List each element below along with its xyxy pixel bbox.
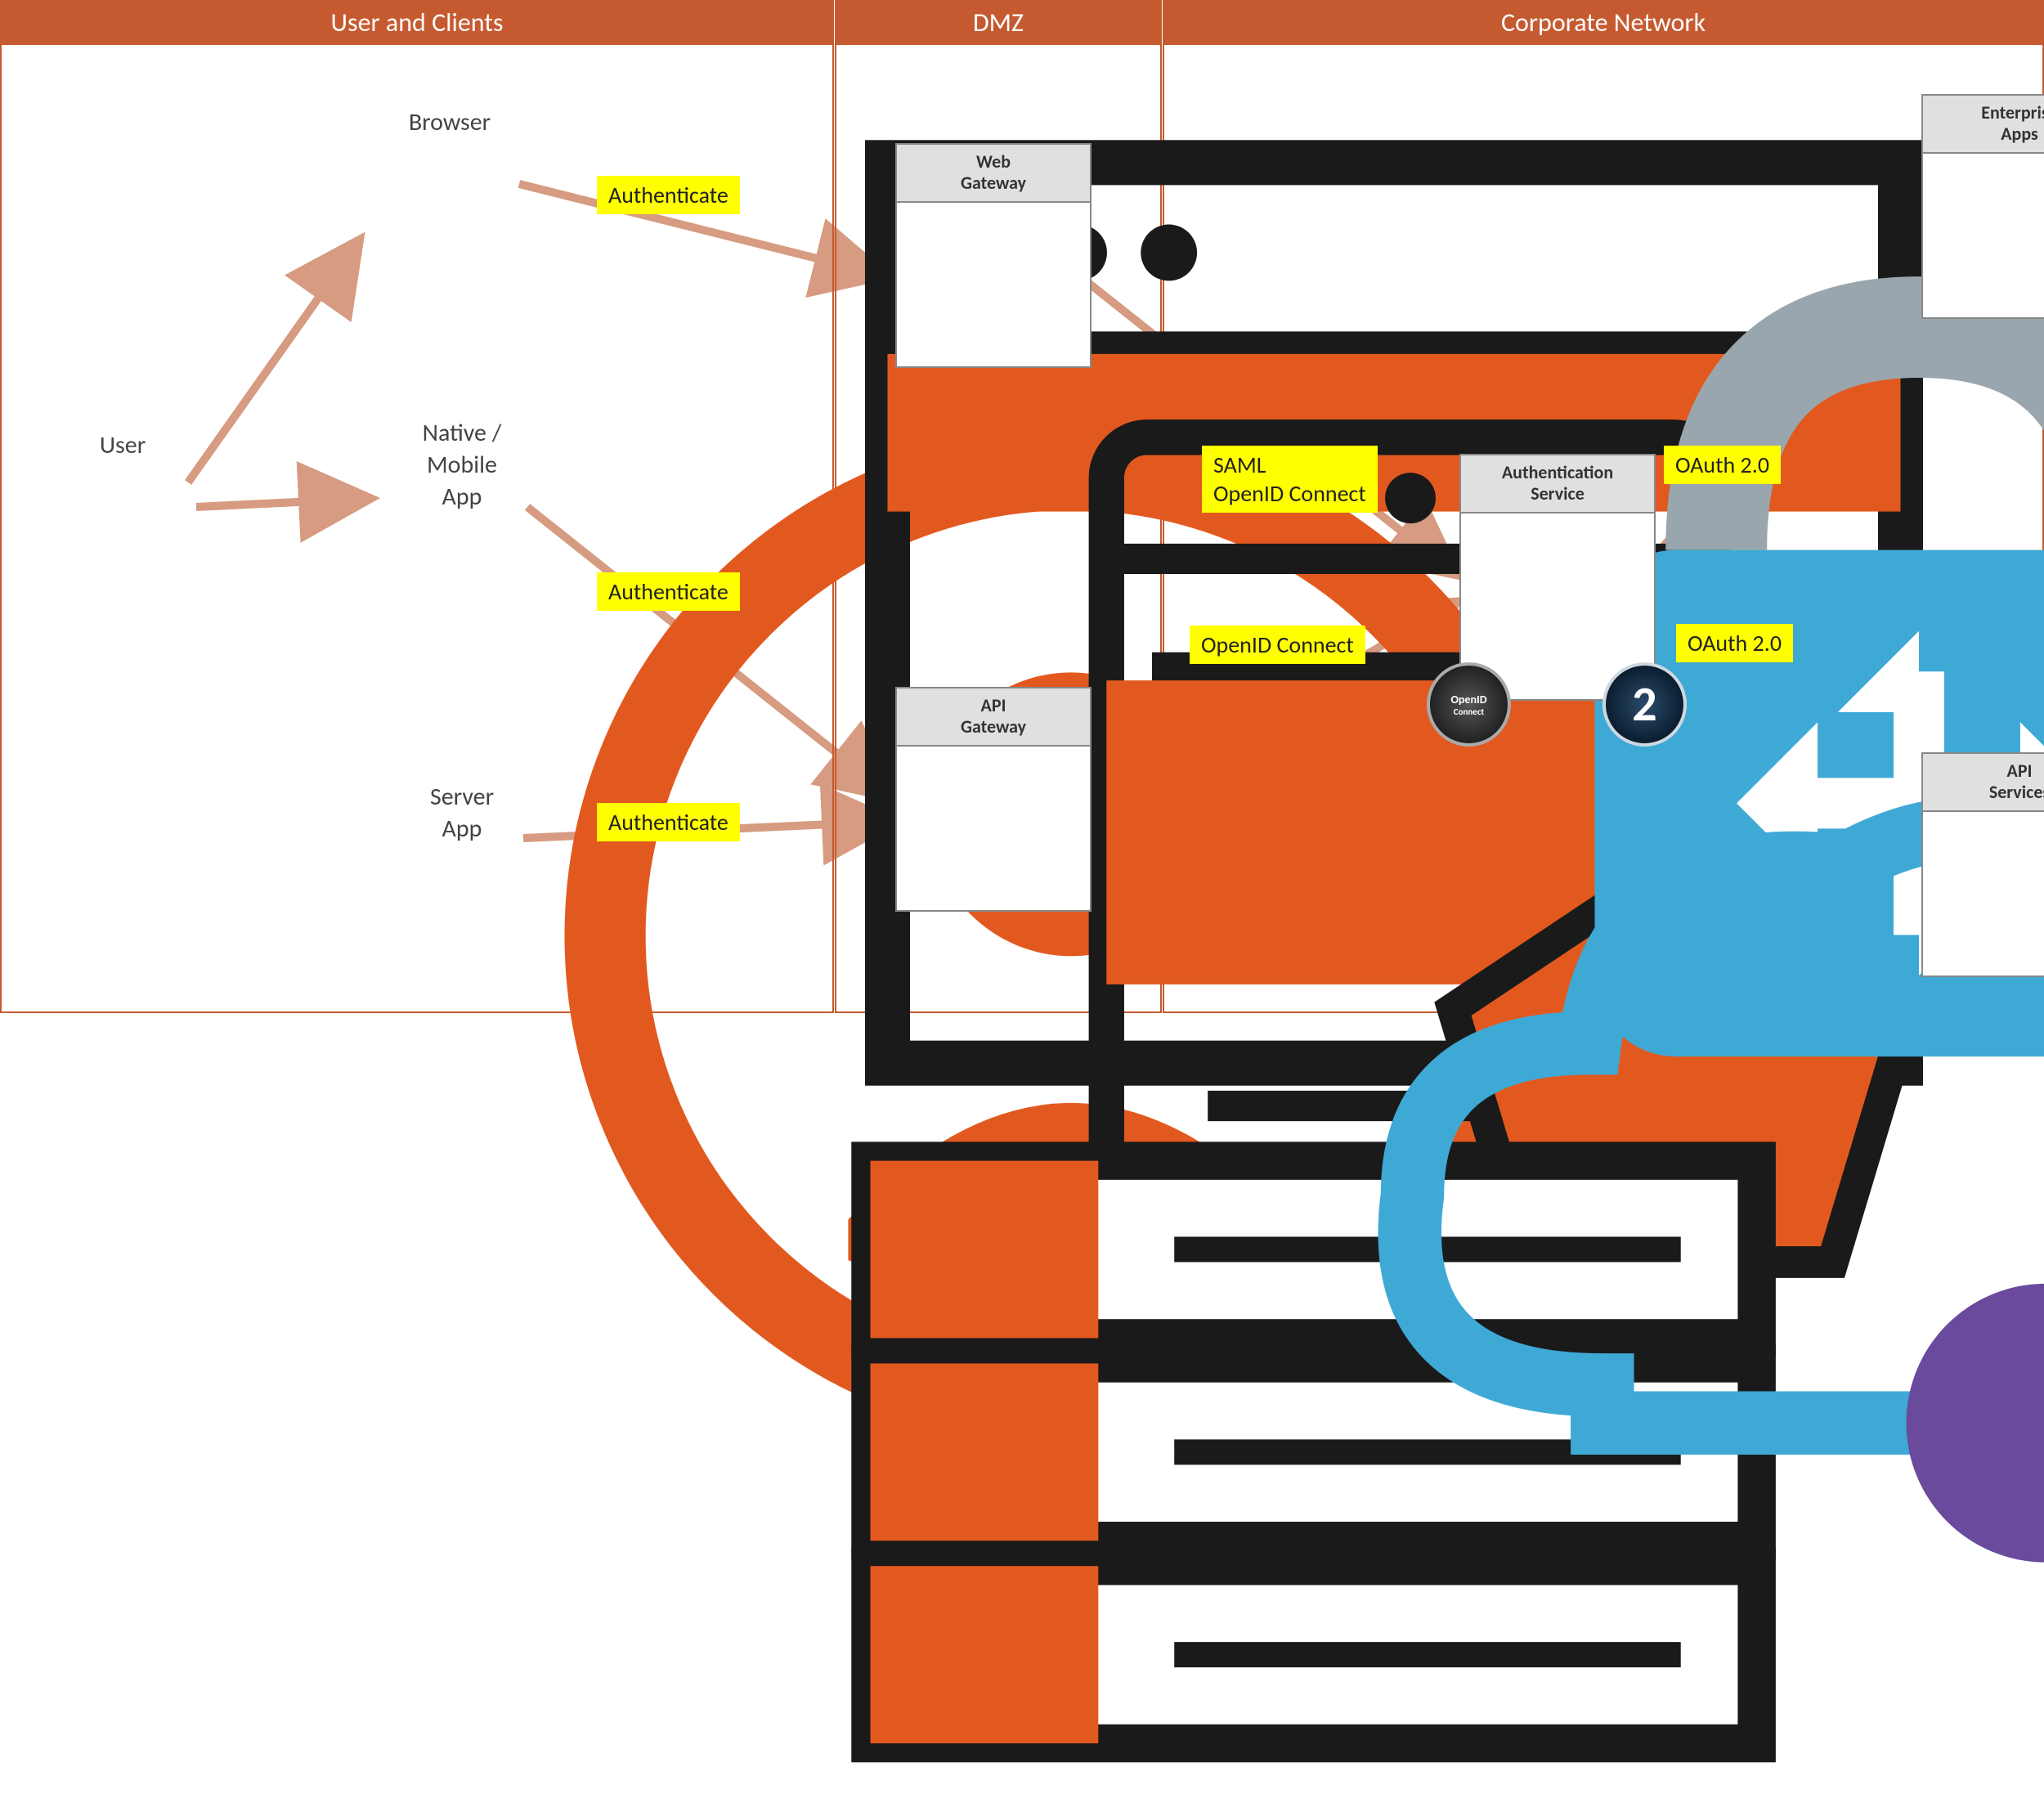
label-saml-openid: SAML OpenID Connect [1202,446,1378,513]
oauth-badge: 2 [1602,662,1687,747]
enterprise-apps-card: Enterprise Apps [1921,94,2044,319]
gears-icon [1923,754,2044,1767]
enterprise-apps-title: Enterprise Apps [1923,96,2044,154]
openid-badge: OpenID Connect [1427,662,1511,747]
label-oauth-down: OAuth 2.0 [1676,624,1793,662]
zone-header-corporate: Corporate Network [1163,0,2044,45]
oauth-badge-label: 2 [1632,675,1656,734]
browser-node: Browser [372,106,527,138]
zone-header-dmz: DMZ [835,0,1162,45]
web-gateway-title: Web Gateway [897,145,1090,203]
native-app-node: Native / Mobile App [388,417,536,513]
label-oauth-up: OAuth 2.0 [1664,446,1781,484]
user-node: User [49,429,196,461]
zone-header-user-clients: User and Clients [0,0,834,45]
auth-service-title: Authentication Service [1461,455,1654,514]
api-services-card: API Services [1921,752,2044,977]
user-label: User [49,429,196,461]
server-app-node: Server App [380,781,544,845]
api-gateway-title: API Gateway [897,688,1090,747]
native-app-label: Native / Mobile App [388,417,536,513]
label-auth-browser: Authenticate [597,176,740,214]
web-gateway-card: Web Gateway [895,143,1091,368]
server-app-label: Server App [380,781,544,845]
openid-badge-label: OpenID [1450,693,1486,706]
label-openid: OpenID Connect [1190,626,1365,664]
openid-badge-sub: Connect [1454,706,1485,717]
label-auth-native: Authenticate [597,572,740,611]
auth-service-card: Authentication Service [1459,454,1656,701]
api-services-title: API Services [1923,754,2044,812]
label-auth-server: Authenticate [597,803,740,841]
api-gateway-card: API Gateway [895,687,1091,912]
browser-label: Browser [372,106,527,138]
